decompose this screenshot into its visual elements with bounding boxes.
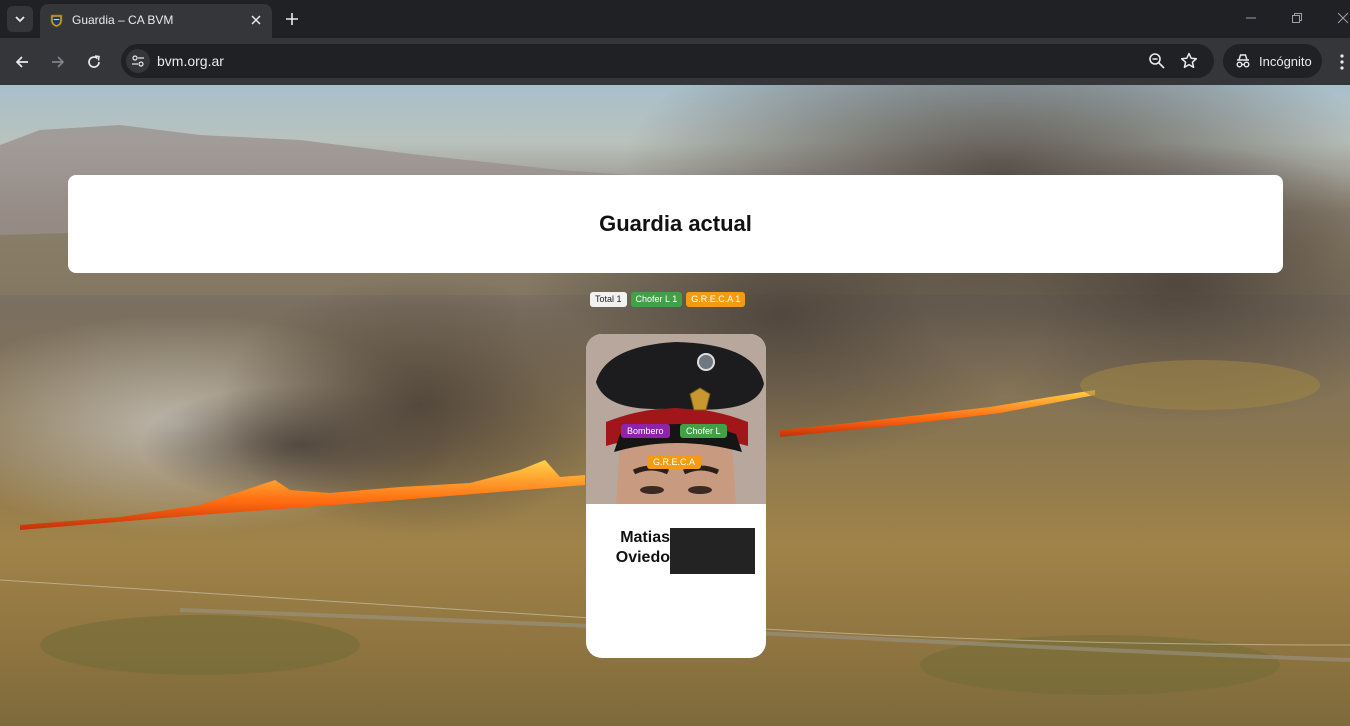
counter-greca: G.R.E.C.A 1 — [686, 292, 746, 307]
member-photo — [586, 334, 766, 504]
reload-icon — [88, 55, 100, 68]
bookmark-button[interactable] — [1179, 51, 1199, 71]
duty-counters: Total 1 Chofer L 1 G.R.E.C.A 1 — [590, 292, 746, 307]
restore-button[interactable] — [1285, 8, 1309, 28]
member-last-name: Oviedo — [615, 549, 670, 566]
star-icon — [1180, 52, 1198, 69]
back-icon — [15, 56, 28, 68]
shield-favicon-icon — [50, 14, 63, 28]
close-icon — [251, 15, 261, 25]
site-settings-button[interactable] — [126, 49, 150, 73]
incognito-icon — [1236, 54, 1250, 68]
forward-icon — [52, 56, 65, 68]
tab-search-icon — [15, 16, 25, 23]
tab-title: Guardia – CA BVM — [72, 13, 174, 27]
role-chofer-l: Chofer L — [680, 424, 727, 438]
tab-strip: Guardia – CA BVM — [0, 0, 1350, 38]
back-button[interactable] — [10, 50, 34, 74]
site-settings-icon — [132, 55, 144, 67]
window-close-icon — [1337, 12, 1349, 24]
tab-search-button[interactable] — [7, 6, 33, 32]
header-card: Guardia actual — [68, 175, 1283, 273]
zoom-icon — [1149, 53, 1165, 69]
incognito-label: Incógnito — [1259, 54, 1312, 69]
counter-total: Total 1 — [590, 292, 627, 307]
incognito-indicator[interactable]: Incógnito — [1223, 44, 1322, 78]
reload-button[interactable] — [82, 50, 106, 74]
minimize-icon — [1246, 17, 1256, 19]
address-bar[interactable]: bvm.org.ar — [121, 44, 1214, 78]
tab-close-button[interactable] — [247, 11, 265, 29]
url-text[interactable]: bvm.org.ar — [157, 53, 224, 69]
browser-menu-button[interactable] — [1334, 50, 1350, 74]
page-content: Guardia actual Total 1 Chofer L 1 G.R.E.… — [0, 85, 1350, 726]
forward-button[interactable] — [46, 50, 70, 74]
member-first-name: Matias — [620, 529, 670, 546]
new-tab-button[interactable] — [282, 9, 302, 29]
redacted-surname-block — [670, 528, 755, 574]
minimize-button[interactable] — [1239, 8, 1263, 28]
menu-icon — [1340, 54, 1344, 70]
member-name: Matias Oviedo — [606, 528, 670, 568]
window-close-button[interactable] — [1331, 8, 1350, 28]
restore-icon — [1292, 13, 1302, 23]
member-card[interactable]: Matias Oviedo Bombero Chofer L G.R.E.C.A — [586, 334, 766, 658]
plus-icon — [286, 13, 298, 25]
counter-chofer-l: Chofer L 1 — [630, 292, 683, 307]
browser-toolbar: bvm.org.ar Incógnito — [0, 38, 1350, 85]
zoom-button[interactable] — [1147, 51, 1167, 71]
role-greca: G.R.E.C.A — [647, 455, 702, 469]
page-title: Guardia actual — [599, 211, 752, 236]
active-tab[interactable]: Guardia – CA BVM — [40, 4, 272, 38]
role-bombero: Bombero — [621, 424, 670, 438]
